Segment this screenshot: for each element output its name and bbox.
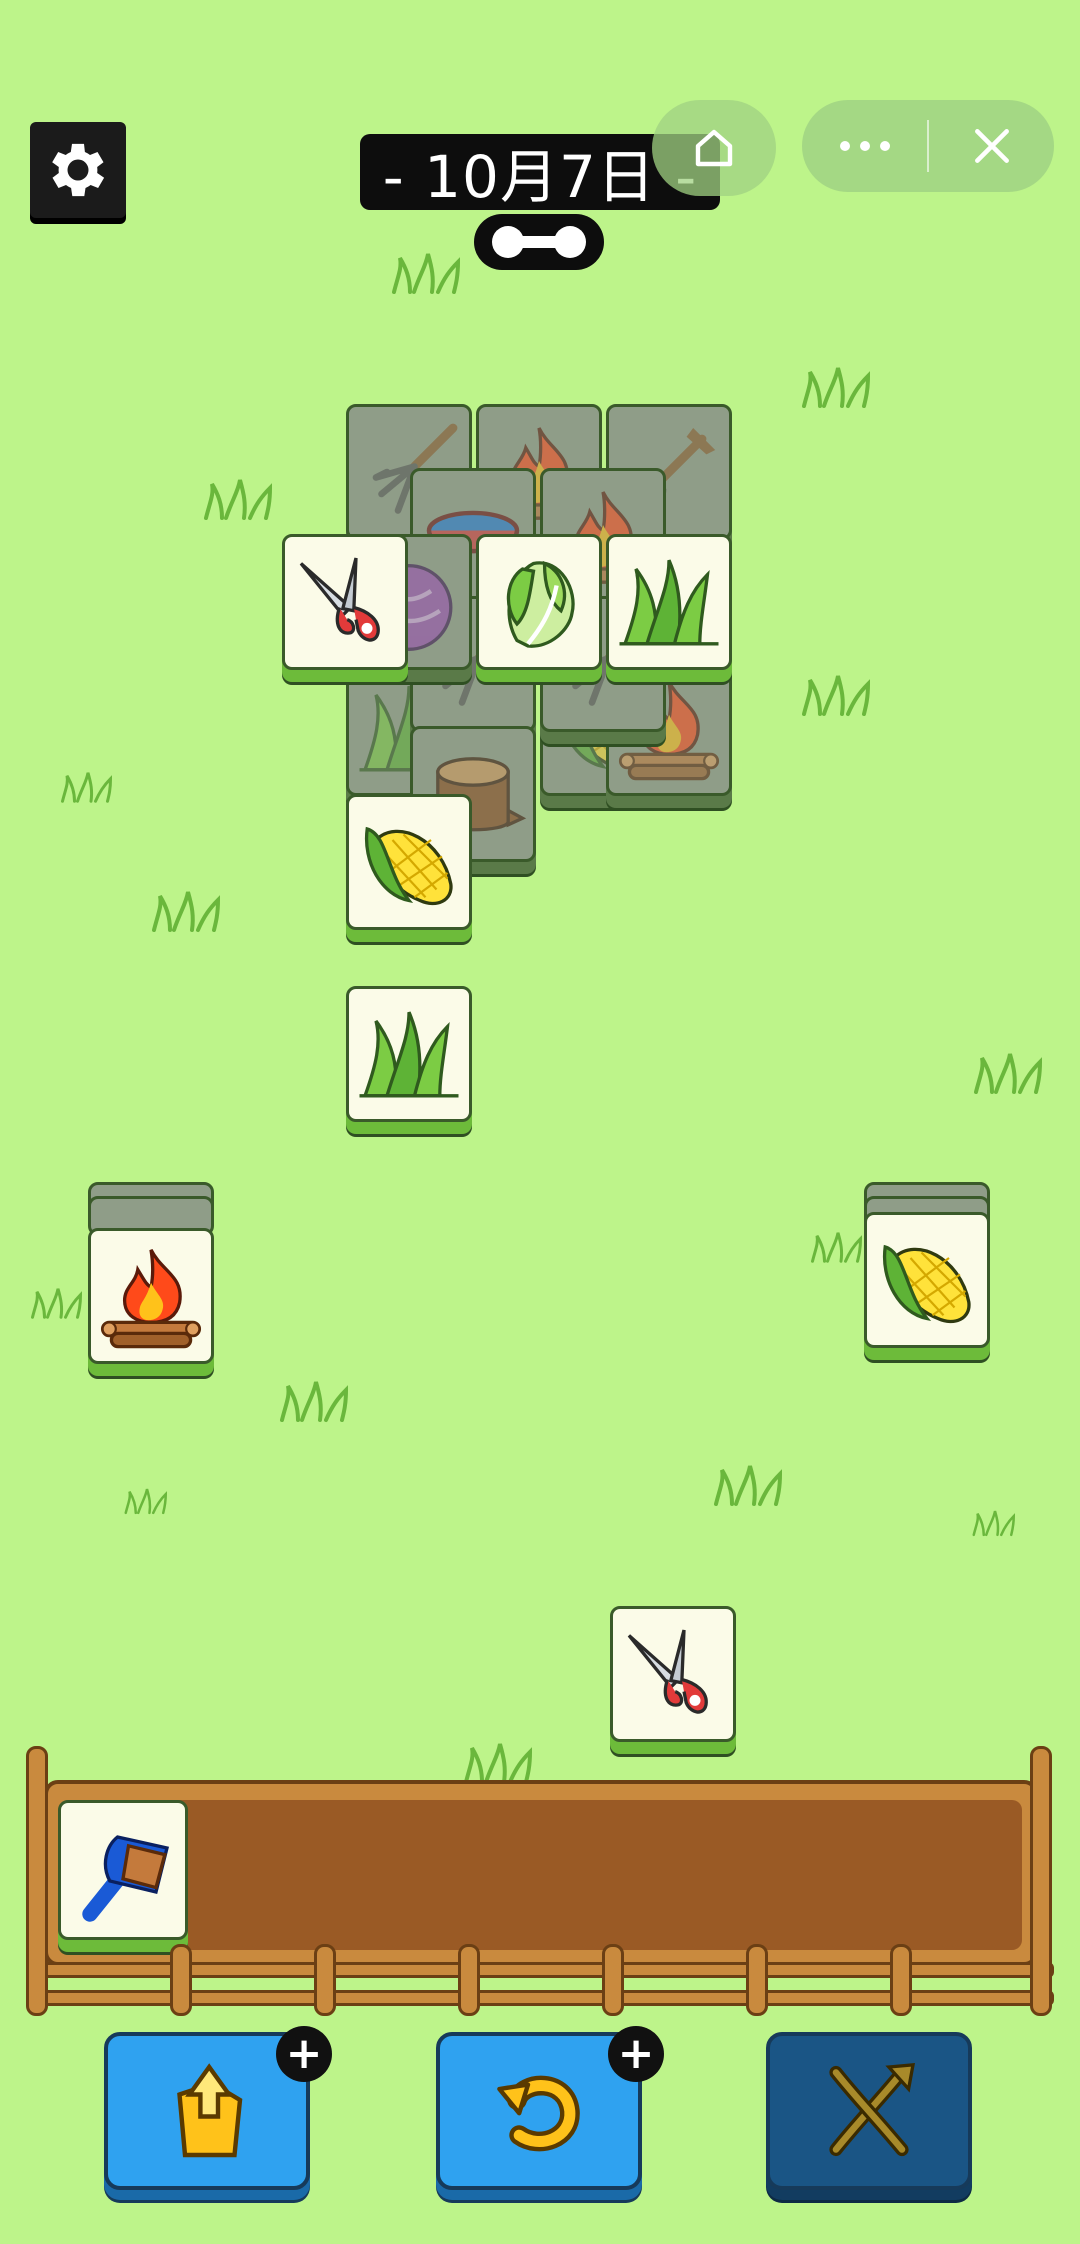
grass-tuft-decoration [798, 670, 878, 720]
tile-corn[interactable] [346, 794, 472, 930]
grass-tuft-decoration [970, 1048, 1050, 1098]
fence-post [170, 1944, 192, 2016]
tray-slot-brush [58, 1800, 188, 1940]
home-icon [695, 129, 733, 167]
close-button[interactable] [929, 100, 1054, 192]
grass-tuft-decoration [122, 1476, 172, 1526]
pop-out-plus-badge[interactable]: + [276, 2026, 332, 2082]
shuffle-icon [829, 2062, 916, 2157]
grass-tuft-decoration [276, 1376, 356, 1426]
grass-tuft-decoration [970, 1498, 1020, 1548]
close-icon [974, 129, 1009, 163]
settings-button[interactable] [30, 122, 126, 218]
shuffle-button[interactable] [766, 2032, 972, 2190]
tile-scissors[interactable] [282, 534, 408, 670]
fence-post [26, 1746, 48, 2016]
tile-campfire[interactable] [88, 1228, 214, 1364]
grass-tuft-decoration [710, 1460, 790, 1510]
grass-tuft-decoration [58, 762, 118, 812]
grass-tuft-decoration [388, 248, 468, 298]
more-button[interactable] [802, 100, 927, 192]
pop-out-icon [177, 2063, 243, 2158]
undo-icon [497, 2075, 580, 2152]
grass-tuft-decoration [148, 886, 228, 936]
fence-post [602, 1944, 624, 2016]
fence-post [746, 1944, 768, 2016]
fence-post [1030, 1746, 1052, 2016]
grass-tuft-decoration [808, 1222, 868, 1272]
fence-post [458, 1944, 480, 2016]
fence-post [890, 1944, 912, 2016]
tile-grass[interactable] [606, 534, 732, 670]
tile-grass[interactable] [346, 986, 472, 1122]
home-button[interactable] [652, 100, 776, 196]
mini-program-capsule [802, 100, 1054, 192]
more-dots-icon [839, 141, 890, 151]
grass-tuft-decoration [28, 1278, 88, 1328]
undo-plus-badge[interactable]: + [608, 2026, 664, 2082]
gear-icon [52, 143, 105, 197]
grass-tuft-decoration [798, 362, 878, 412]
tile-napa-cabbage[interactable] [476, 534, 602, 670]
grass-tuft-decoration [200, 474, 280, 524]
tile-corn[interactable] [864, 1212, 990, 1348]
tray-slot-area [64, 1800, 1022, 1950]
tile-scissors[interactable] [610, 1606, 736, 1742]
level-progress-indicator [474, 214, 604, 270]
fence-post [314, 1944, 336, 2016]
